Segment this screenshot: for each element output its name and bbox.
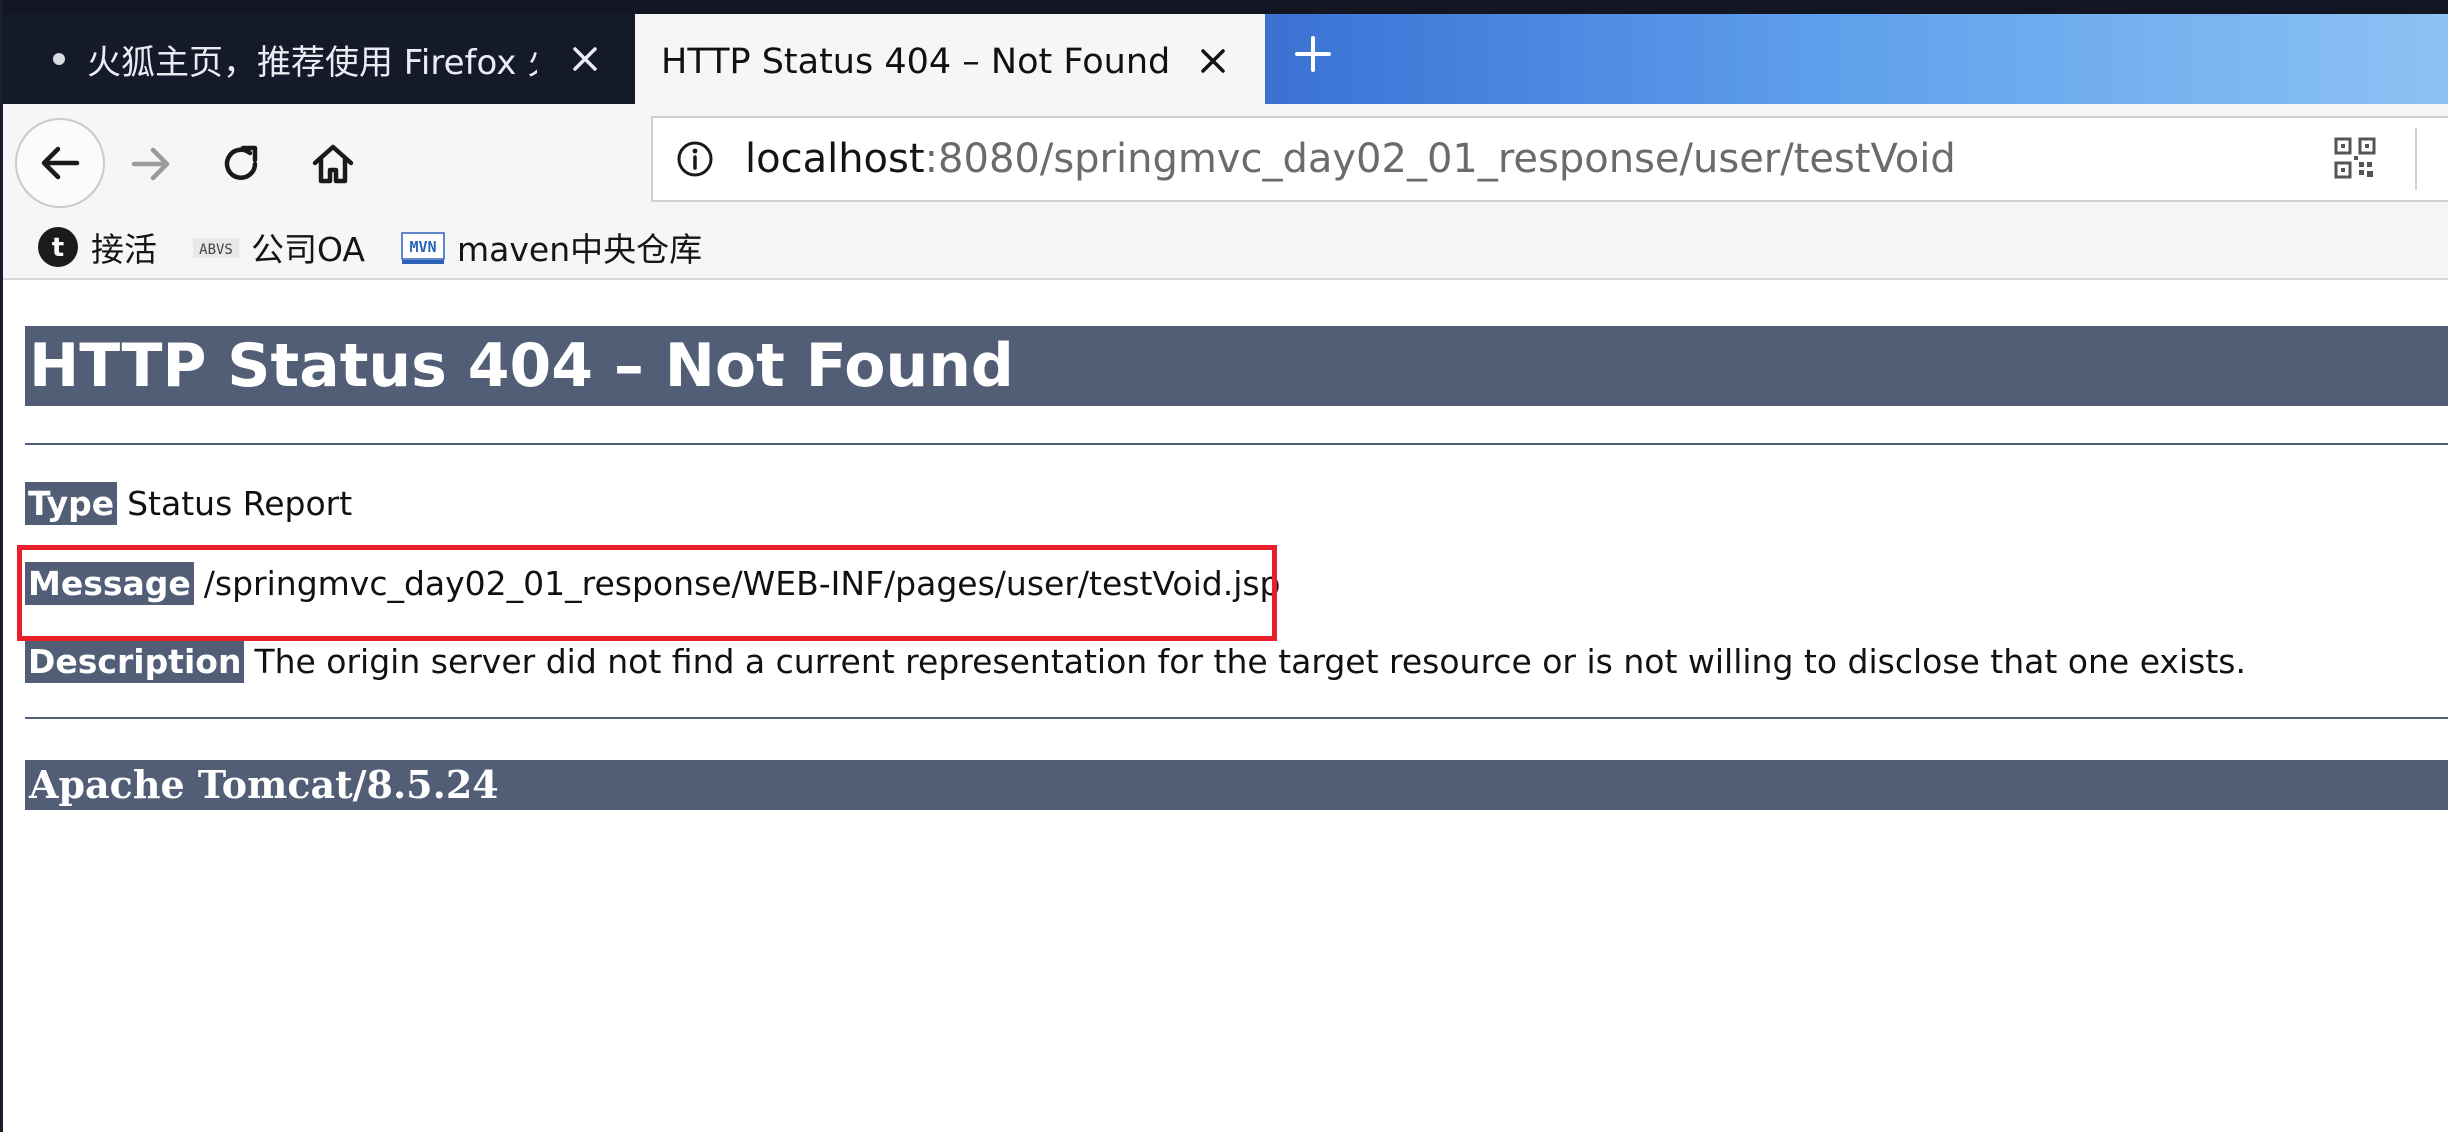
type-label: Type <box>25 482 118 525</box>
reload-icon <box>224 145 258 180</box>
bookmark-maven-central[interactable]: MVN maven中央仓库 <box>401 216 702 278</box>
tab-favicon-dot-icon <box>53 53 65 65</box>
new-tab-button[interactable] <box>1285 24 1341 84</box>
tab-firefox-home[interactable]: 火狐主页，推荐使用 Firefox 火 <box>3 14 635 104</box>
forward-button[interactable] <box>121 134 181 194</box>
arrow-right-icon <box>131 147 170 181</box>
home-icon <box>312 144 354 184</box>
highlight-box <box>17 545 1277 641</box>
type-row: Type Status Report <box>25 482 352 525</box>
url-bar[interactable]: localhost:8080/springmvc_day02_01_respon… <box>651 116 2448 202</box>
description-value: The origin server did not find a current… <box>254 642 2246 681</box>
tab-title: HTTP Status 404 – Not Found <box>661 42 1171 82</box>
svg-text:MVN: MVN <box>409 238 436 256</box>
bookmark-jiehuo[interactable]: t 接活 <box>37 216 157 278</box>
home-button[interactable] <box>303 134 363 194</box>
svg-text:t: t <box>52 233 64 263</box>
window-frame-left <box>0 0 3 1132</box>
description-row: Description The origin server did not fi… <box>25 640 2246 683</box>
bookmark-label: 接活 <box>91 230 157 269</box>
back-button[interactable] <box>15 118 105 208</box>
page-content: HTTP Status 404 – Not Found Type Status … <box>3 280 2448 1132</box>
type-value: Status Report <box>127 484 353 523</box>
page-title: HTTP Status 404 – Not Found <box>25 326 2448 406</box>
url-bar-divider <box>2415 128 2417 190</box>
close-icon[interactable] <box>1191 16 1235 106</box>
site-info-icon[interactable] <box>675 139 715 179</box>
reload-button[interactable] <box>211 134 271 194</box>
description-label: Description <box>25 640 245 683</box>
bookmark-label: 公司OA <box>251 230 365 269</box>
qr-code-icon[interactable] <box>2333 136 2377 180</box>
plus-icon <box>1295 36 1331 72</box>
url-path: :8080/springmvc_day02_01_response/user/t… <box>924 136 1956 182</box>
tab-title: 火狐主页，推荐使用 Firefox 火 <box>87 42 537 83</box>
url-text: localhost:8080/springmvc_day02_01_respon… <box>745 136 1956 182</box>
divider <box>25 443 2448 445</box>
tumblr-icon: t <box>38 227 78 267</box>
navigation-bar: localhost:8080/springmvc_day02_01_respon… <box>3 104 2448 216</box>
divider <box>25 717 2448 719</box>
close-icon[interactable] <box>563 14 607 104</box>
window-frame-top <box>0 0 2448 14</box>
bookmark-company-oa[interactable]: ABVS 公司OA <box>193 216 365 278</box>
abvs-icon: ABVS <box>193 238 239 258</box>
mvn-icon: MVN <box>401 232 445 264</box>
svg-text:ABVS: ABVS <box>199 242 233 258</box>
tab-http-404[interactable]: HTTP Status 404 – Not Found <box>635 14 1265 108</box>
bookmarks-toolbar: t 接活 ABVS 公司OA MVN maven中央仓库 <box>3 216 2448 280</box>
server-info: Apache Tomcat/8.5.24 <box>25 760 2448 810</box>
bookmark-label: maven中央仓库 <box>457 230 703 269</box>
arrow-left-icon <box>41 146 80 180</box>
url-host: localhost <box>745 136 925 182</box>
